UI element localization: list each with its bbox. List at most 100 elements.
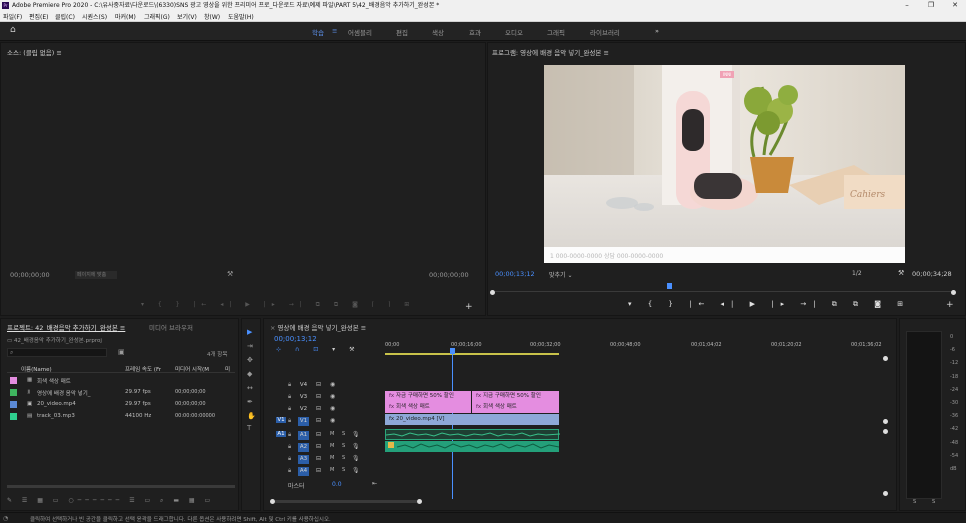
label-color-swatch[interactable] bbox=[10, 401, 17, 408]
timeline-vscroll-handle[interactable] bbox=[883, 356, 888, 361]
ripple-edit-tool-icon[interactable]: ✥ bbox=[247, 357, 253, 364]
timeline-vscroll-handle[interactable] bbox=[883, 429, 888, 434]
program-fit-select[interactable]: 맞추기 ⌄ bbox=[549, 270, 573, 279]
sync-icon[interactable]: ⊟ bbox=[316, 443, 321, 450]
minimize-button[interactable]: – bbox=[898, 0, 916, 11]
timeline-vscroll-handle[interactable] bbox=[883, 419, 888, 424]
program-transport-controls[interactable]: ▾ { } |← ◂| ▶ |▸ →| ⧉ ⧉ ◙ ⊞ bbox=[628, 300, 903, 309]
solo-button[interactable]: S bbox=[342, 431, 345, 437]
project-item-row[interactable]: ▤ track_03.mp3 44100 Hz 00:00:00:00000 bbox=[7, 411, 235, 422]
lock-icon[interactable]: 🔒︎ bbox=[288, 417, 291, 425]
workspace-tab-color[interactable]: 색상 bbox=[432, 27, 444, 37]
sync-icon[interactable]: ⊟ bbox=[316, 467, 321, 474]
solo-button[interactable]: S bbox=[342, 455, 345, 461]
program-add-button-icon[interactable]: + bbox=[946, 300, 954, 310]
mic-icon[interactable]: 🎙︎ bbox=[352, 467, 360, 474]
program-timecode[interactable]: 00;00;13;12 bbox=[495, 270, 535, 278]
timeline-tab[interactable]: × 영상에 배경 음악 넣기_완성본 ≡ bbox=[270, 322, 366, 332]
mute-button[interactable]: M bbox=[330, 467, 334, 473]
menu-marker[interactable]: 마커(M) bbox=[115, 12, 136, 21]
workspace-tab-effects[interactable]: 효과 bbox=[469, 27, 481, 37]
close-button[interactable]: ✕ bbox=[946, 0, 964, 11]
maximize-button[interactable]: ❐ bbox=[922, 0, 940, 11]
lock-icon[interactable]: 🔒︎ bbox=[288, 443, 291, 451]
column-more[interactable]: 미 bbox=[225, 365, 230, 373]
meter-solo-right[interactable]: S bbox=[932, 499, 935, 505]
project-tab[interactable]: 프로젝트: 42_배경음악 추가하기_완성본 ≡ bbox=[7, 322, 125, 332]
type-tool-icon[interactable]: T bbox=[247, 425, 251, 432]
menu-clip[interactable]: 클립(C) bbox=[55, 12, 75, 21]
audio-clip-a2[interactable] bbox=[385, 441, 559, 452]
eye-icon[interactable]: ◉ bbox=[330, 405, 335, 412]
track-label[interactable]: V1 bbox=[298, 417, 309, 426]
new-bin-icon[interactable]: ▣ bbox=[118, 349, 125, 356]
menu-sequence[interactable]: 시퀀스(S) bbox=[82, 12, 107, 21]
timeline-timecode[interactable]: 00;00;13;12 bbox=[274, 335, 317, 343]
master-end-icon[interactable]: ⇤ bbox=[372, 480, 377, 487]
program-playhead-marker[interactable] bbox=[667, 283, 672, 289]
source-patch-a1[interactable]: A1 bbox=[276, 431, 286, 437]
timeline-ruler[interactable]: 00;00 00;00;16;00 00;00;32;00 00;00;48;0… bbox=[385, 340, 887, 355]
lock-icon[interactable]: 🔒︎ bbox=[288, 431, 291, 439]
lock-icon[interactable]: 🔒︎ bbox=[288, 455, 291, 463]
hand-tool-icon[interactable]: ✋ bbox=[247, 413, 256, 420]
program-scroll-handle-left[interactable] bbox=[490, 290, 495, 295]
solo-button[interactable]: S bbox=[342, 443, 345, 449]
menu-view[interactable]: 보기(V) bbox=[177, 12, 197, 21]
color-matte-clip[interactable]: fx 회색 색상 매트 bbox=[385, 402, 471, 413]
source-zoom-select[interactable]: 페이지에 맞춤 bbox=[75, 271, 117, 279]
timeline-toolbar[interactable]: ⊹ ∩ ⊡ ▾ ⚒ bbox=[276, 346, 360, 353]
workspace-tab-assembly[interactable]: 어셈블리 bbox=[348, 27, 372, 37]
source-add-button-icon[interactable]: + bbox=[465, 302, 473, 312]
track-label[interactable]: V2 bbox=[298, 405, 309, 414]
lock-icon[interactable]: 🔒︎ bbox=[288, 467, 291, 475]
media-browser-tab[interactable]: 미디어 브라우저 bbox=[149, 322, 193, 332]
lock-icon[interactable]: 🔒︎ bbox=[288, 381, 291, 389]
track-label[interactable]: V4 bbox=[298, 381, 309, 390]
label-color-swatch[interactable] bbox=[10, 377, 17, 384]
menu-help[interactable]: 도움말(H) bbox=[228, 12, 254, 21]
source-patch-v1[interactable]: V1 bbox=[276, 417, 286, 423]
wrench-icon[interactable]: ⚒ bbox=[227, 271, 233, 278]
mic-icon[interactable]: 🎙︎ bbox=[352, 431, 360, 438]
more-workspaces-icon[interactable]: » bbox=[655, 27, 659, 35]
razor-tool-icon[interactable]: ◆ bbox=[247, 371, 252, 378]
track-label[interactable]: A3 bbox=[298, 455, 309, 464]
title-clip[interactable]: fx 지금 구매하면 50% 할인 bbox=[472, 391, 559, 402]
project-item-row[interactable]: ⫫ 영상에 배경 음악 넣기_ 29.97 fps 00;00;00;00 bbox=[7, 387, 235, 398]
column-name[interactable]: 이름(Name) bbox=[21, 365, 52, 373]
master-volume[interactable]: 0.0 bbox=[332, 481, 342, 488]
program-panel-title[interactable]: 프로그램: 영상에 배경 음악 넣기_완성본 ≡ bbox=[492, 47, 609, 57]
mic-icon[interactable]: 🎙︎ bbox=[352, 443, 360, 450]
timeline-hscroll-right[interactable] bbox=[417, 499, 422, 504]
program-scroll-handle-right[interactable] bbox=[951, 290, 956, 295]
mute-button[interactable]: M bbox=[330, 455, 334, 461]
eye-icon[interactable]: ◉ bbox=[330, 381, 335, 388]
label-color-swatch[interactable] bbox=[10, 413, 17, 420]
source-panel-title[interactable]: 소스: (클립 없음) ≡ bbox=[7, 47, 62, 57]
menu-graphics[interactable]: 그래픽(G) bbox=[144, 12, 170, 21]
workspace-tab-editing[interactable]: 편집 bbox=[396, 27, 408, 37]
timeline-hscroll-bar[interactable] bbox=[275, 500, 417, 503]
workspace-tab-learning[interactable]: 학습 bbox=[312, 27, 324, 37]
sync-icon[interactable]: ⊟ bbox=[316, 381, 321, 388]
project-search-input[interactable]: ⌕ bbox=[7, 348, 107, 357]
sync-icon[interactable]: ⊟ bbox=[316, 405, 321, 412]
track-select-tool-icon[interactable]: ⇥ bbox=[247, 343, 253, 350]
sync-icon[interactable]: ⊟ bbox=[316, 417, 321, 424]
lock-icon[interactable]: 🔒︎ bbox=[288, 393, 291, 401]
track-label[interactable]: A1 bbox=[298, 431, 309, 440]
project-horizontal-scrollbar[interactable] bbox=[7, 485, 235, 488]
menu-window[interactable]: 창(W) bbox=[204, 12, 220, 21]
track-label[interactable]: A2 bbox=[298, 443, 309, 452]
workspace-tab-audio[interactable]: 오디오 bbox=[505, 27, 523, 37]
color-matte-clip[interactable]: fx 회색 색상 매트 bbox=[472, 402, 559, 413]
pen-tool-icon[interactable]: ✒ bbox=[247, 399, 253, 406]
meter-solo-left[interactable]: S bbox=[913, 499, 916, 505]
track-label[interactable]: A4 bbox=[298, 467, 309, 476]
sync-icon[interactable]: ⊟ bbox=[316, 393, 321, 400]
mute-button[interactable]: M bbox=[330, 443, 334, 449]
lock-icon[interactable]: 🔒︎ bbox=[288, 405, 291, 413]
workspace-tab-libraries[interactable]: 라이브러리 bbox=[590, 27, 620, 37]
home-icon[interactable]: ⌂ bbox=[10, 26, 19, 35]
